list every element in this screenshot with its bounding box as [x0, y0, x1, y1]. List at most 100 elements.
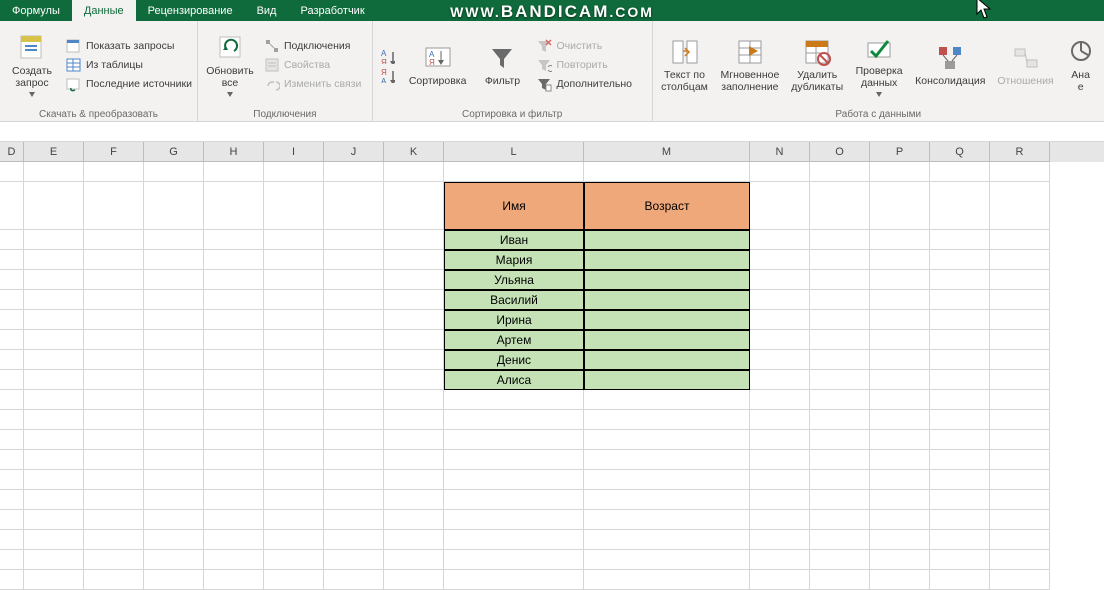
cell[interactable]: [144, 290, 204, 310]
cell[interactable]: Возраст: [584, 182, 750, 230]
cell[interactable]: [324, 550, 384, 570]
cell[interactable]: [0, 510, 24, 530]
cell[interactable]: [990, 550, 1050, 570]
cell[interactable]: [810, 530, 870, 550]
cell[interactable]: [324, 390, 384, 410]
cell[interactable]: [444, 430, 584, 450]
cell[interactable]: [204, 490, 264, 510]
cell[interactable]: [990, 290, 1050, 310]
cell[interactable]: [444, 390, 584, 410]
cell[interactable]: [264, 530, 324, 550]
cell[interactable]: [24, 550, 84, 570]
cell[interactable]: [990, 410, 1050, 430]
cell[interactable]: [584, 570, 750, 590]
cell[interactable]: [24, 470, 84, 490]
cell[interactable]: [144, 430, 204, 450]
cell[interactable]: [584, 550, 750, 570]
cell[interactable]: [24, 350, 84, 370]
cell[interactable]: [810, 430, 870, 450]
col-header[interactable]: I: [264, 142, 324, 162]
cell[interactable]: [990, 430, 1050, 450]
cell[interactable]: [204, 550, 264, 570]
cell[interactable]: [264, 570, 324, 590]
consolidate-button[interactable]: Консолидация: [911, 41, 989, 89]
cell[interactable]: [264, 162, 324, 182]
cell[interactable]: [264, 410, 324, 430]
cell[interactable]: [990, 470, 1050, 490]
cell[interactable]: [990, 330, 1050, 350]
cell[interactable]: [204, 330, 264, 350]
cell[interactable]: [0, 330, 24, 350]
cell[interactable]: Василий: [444, 290, 584, 310]
cell[interactable]: [144, 270, 204, 290]
tab-formulas[interactable]: Формулы: [0, 0, 72, 21]
filter-button[interactable]: Фильтр: [474, 41, 530, 89]
cell[interactable]: [750, 162, 810, 182]
cell[interactable]: [264, 310, 324, 330]
cell[interactable]: [990, 230, 1050, 250]
col-header[interactable]: P: [870, 142, 930, 162]
cell[interactable]: [24, 250, 84, 270]
cell[interactable]: [384, 310, 444, 330]
cell[interactable]: [384, 470, 444, 490]
cell[interactable]: [384, 370, 444, 390]
cell[interactable]: [870, 390, 930, 410]
from-table-button[interactable]: Из таблицы: [64, 56, 194, 74]
col-header[interactable]: J: [324, 142, 384, 162]
cell[interactable]: [870, 250, 930, 270]
cell[interactable]: [0, 250, 24, 270]
col-header[interactable]: O: [810, 142, 870, 162]
cell[interactable]: [144, 350, 204, 370]
cell[interactable]: [930, 310, 990, 330]
sort-button[interactable]: АЯ Сортировка: [405, 41, 471, 89]
cell[interactable]: [750, 182, 810, 230]
cell[interactable]: [204, 182, 264, 230]
col-header[interactable]: D: [0, 142, 24, 162]
cell[interactable]: [870, 270, 930, 290]
cell[interactable]: [324, 570, 384, 590]
cell[interactable]: [204, 270, 264, 290]
cell[interactable]: [810, 162, 870, 182]
cell[interactable]: Мария: [444, 250, 584, 270]
cell[interactable]: [750, 470, 810, 490]
cell[interactable]: [810, 330, 870, 350]
cell[interactable]: [750, 490, 810, 510]
cell[interactable]: [0, 410, 24, 430]
cell[interactable]: [870, 510, 930, 530]
cell[interactable]: [584, 290, 750, 310]
cell[interactable]: [24, 410, 84, 430]
cell[interactable]: [870, 182, 930, 230]
cell[interactable]: Ульяна: [444, 270, 584, 290]
cell[interactable]: [750, 350, 810, 370]
cell[interactable]: [0, 390, 24, 410]
cell[interactable]: [384, 410, 444, 430]
cell[interactable]: [204, 350, 264, 370]
cell[interactable]: [930, 530, 990, 550]
cell[interactable]: [584, 162, 750, 182]
cell[interactable]: [144, 410, 204, 430]
cell[interactable]: [750, 270, 810, 290]
cell[interactable]: [0, 530, 24, 550]
cell[interactable]: [384, 250, 444, 270]
cell[interactable]: [870, 550, 930, 570]
cell[interactable]: [324, 310, 384, 330]
cell[interactable]: [324, 410, 384, 430]
cell[interactable]: [264, 182, 324, 230]
cell[interactable]: [384, 450, 444, 470]
cell[interactable]: [750, 250, 810, 270]
properties-button[interactable]: Свойства: [262, 56, 363, 74]
cell[interactable]: [810, 182, 870, 230]
cell[interactable]: [264, 290, 324, 310]
cell[interactable]: [84, 182, 144, 230]
cell[interactable]: [264, 450, 324, 470]
cell[interactable]: [0, 470, 24, 490]
cell[interactable]: [324, 230, 384, 250]
cell[interactable]: [144, 162, 204, 182]
cell[interactable]: [384, 270, 444, 290]
cell[interactable]: [324, 182, 384, 230]
cell[interactable]: [990, 182, 1050, 230]
cell[interactable]: [990, 390, 1050, 410]
cell[interactable]: [324, 330, 384, 350]
cell[interactable]: [870, 162, 930, 182]
cell[interactable]: [930, 290, 990, 310]
